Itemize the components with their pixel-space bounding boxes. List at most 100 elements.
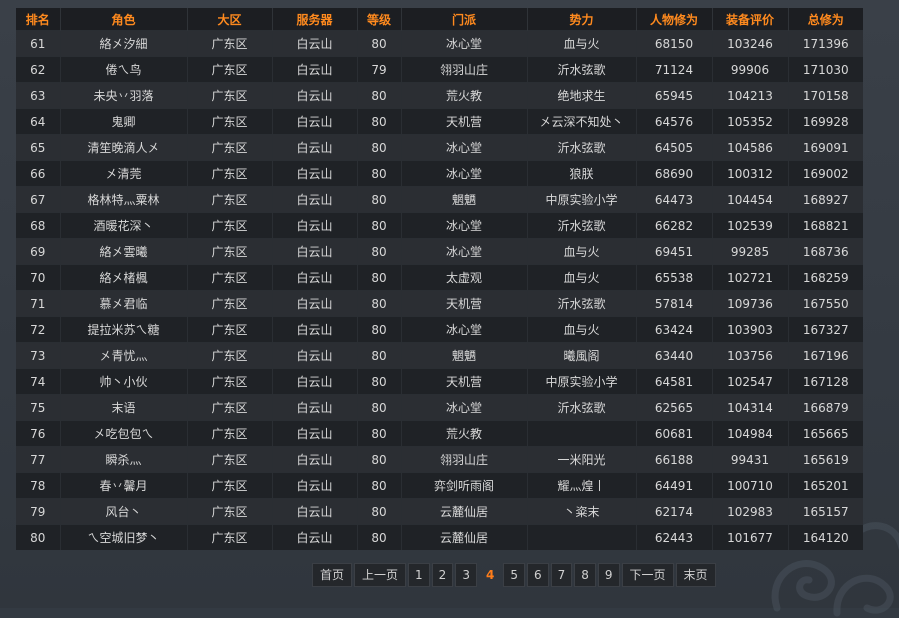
header-faction: 势力: [527, 8, 637, 31]
sect-cell: 魍魉: [401, 342, 528, 369]
character-cell: 㐅青忧灬: [60, 342, 188, 369]
page-8-button[interactable]: 8: [574, 563, 596, 587]
cultivation-cell: 63424: [636, 316, 713, 343]
header-total-cultivation: 总修为: [788, 8, 863, 31]
sect-cell: 冰心堂: [401, 160, 528, 187]
equipment-rating-cell: 100312: [712, 160, 789, 187]
level-cell: 80: [357, 30, 402, 57]
level-cell: 80: [357, 420, 402, 447]
rank-cell: 74: [16, 368, 61, 395]
header-equipment-rating: 装备评价: [712, 8, 789, 31]
faction-cell: 沂水弦歌: [527, 290, 637, 317]
total-cultivation-cell: 170158: [788, 82, 863, 109]
last-page-button[interactable]: 末页: [675, 563, 716, 587]
region-cell: 广东区: [187, 134, 273, 161]
table-row: 65 清笙晚滴人㐅 广东区 白云山 80 冰心堂 沂水弦歌 64505 104586 169091: [16, 134, 863, 161]
sect-cell: 荒火教: [401, 420, 528, 447]
rank-cell: 73: [16, 342, 61, 369]
character-cell: 帅丶小伙: [60, 368, 188, 395]
header-server: 服务器: [272, 8, 358, 31]
total-cultivation-cell: 169091: [788, 134, 863, 161]
sect-cell: 天机营: [401, 290, 528, 317]
page-1-button[interactable]: 1: [408, 563, 430, 587]
faction-cell: 血与火: [527, 316, 637, 343]
server-cell: 白云山: [272, 394, 358, 421]
rank-cell: 66: [16, 160, 61, 187]
rank-cell: 67: [16, 186, 61, 213]
sect-cell: 翎羽山庄: [401, 56, 528, 83]
cultivation-cell: 65945: [636, 82, 713, 109]
character-cell: ㄟ空城旧梦丶: [60, 524, 188, 550]
character-cell: 未央丷羽落: [60, 82, 188, 109]
sect-cell: 云麓仙居: [401, 524, 528, 550]
character-cell: 末语: [60, 394, 188, 421]
total-cultivation-cell: 166879: [788, 394, 863, 421]
character-cell: 㐅清莞: [60, 160, 188, 187]
faction-cell: 曦風阁: [527, 342, 637, 369]
rank-cell: 78: [16, 472, 61, 499]
region-cell: 广东区: [187, 342, 273, 369]
region-cell: 广东区: [187, 446, 273, 473]
table-header-row: 排名 角色 大区 服务器 等级 门派 势力 人物修为 装备评价 总修为: [16, 8, 863, 31]
page-9-button[interactable]: 9: [597, 563, 620, 587]
character-cell: 慕㐅君临: [60, 290, 188, 317]
equipment-rating-cell: 105352: [712, 108, 789, 135]
region-cell: 广东区: [187, 264, 273, 291]
cultivation-cell: 64491: [636, 472, 713, 499]
rank-cell: 76: [16, 420, 61, 447]
sect-cell: 魍魉: [401, 186, 528, 213]
rank-cell: 77: [16, 446, 61, 473]
faction-cell: 沂水弦歌: [527, 394, 637, 421]
table-row: 78 春丷馨月 广东区 白云山 80 弈剑听雨阁 耀灬煌丨 64491 100710 165201: [16, 472, 863, 499]
level-cell: 80: [357, 316, 402, 343]
cultivation-cell: 60681: [636, 420, 713, 447]
sect-cell: 翎羽山庄: [401, 446, 528, 473]
level-cell: 80: [357, 524, 402, 550]
region-cell: 广东区: [187, 82, 273, 109]
page-3-button[interactable]: 3: [455, 563, 477, 587]
rank-cell: 80: [16, 524, 61, 550]
character-cell: 清笙晚滴人㐅: [60, 134, 188, 161]
rank-cell: 69: [16, 238, 61, 265]
region-cell: 广东区: [187, 472, 273, 499]
equipment-rating-cell: 102539: [712, 212, 789, 239]
equipment-rating-cell: 102721: [712, 264, 789, 291]
rank-cell: 75: [16, 394, 61, 421]
total-cultivation-cell: 169002: [788, 160, 863, 187]
page-6-button[interactable]: 6: [526, 563, 549, 587]
header-character-cultivation: 人物修为: [636, 8, 713, 31]
faction-cell: 耀灬煌丨: [527, 472, 637, 499]
server-cell: 白云山: [272, 264, 358, 291]
equipment-rating-cell: 104984: [712, 420, 789, 447]
equipment-rating-cell: 104213: [712, 82, 789, 109]
cultivation-cell: 66282: [636, 212, 713, 239]
server-cell: 白云山: [272, 368, 358, 395]
level-cell: 80: [357, 238, 402, 265]
total-cultivation-cell: 171030: [788, 56, 863, 83]
total-cultivation-cell: 165157: [788, 498, 863, 525]
prev-page-button[interactable]: 上一页: [354, 563, 407, 587]
cultivation-cell: 64505: [636, 134, 713, 161]
character-cell: 鬼卿: [60, 108, 188, 135]
equipment-rating-cell: 104586: [712, 134, 789, 161]
sect-cell: 冰心堂: [401, 134, 528, 161]
region-cell: 广东区: [187, 186, 273, 213]
region-cell: 广东区: [187, 524, 273, 550]
equipment-rating-cell: 103246: [712, 30, 789, 57]
level-cell: 80: [357, 446, 402, 473]
header-level: 等级: [357, 8, 402, 31]
faction-cell: 血与火: [527, 30, 637, 57]
table-row: 72 提拉米苏ㄟ糖 广东区 白云山 80 冰心堂 血与火 63424 103903 167327: [16, 316, 863, 343]
first-page-button[interactable]: 首页: [312, 563, 353, 587]
server-cell: 白云山: [272, 446, 358, 473]
region-cell: 广东区: [187, 212, 273, 239]
total-cultivation-cell: 168259: [788, 264, 863, 291]
page-2-button[interactable]: 2: [431, 563, 454, 587]
level-cell: 80: [357, 290, 402, 317]
next-page-button[interactable]: 下一页: [621, 563, 674, 587]
page-7-button[interactable]: 7: [550, 563, 573, 587]
character-cell: 倦ㄟ鸟: [60, 56, 188, 83]
level-cell: 80: [357, 108, 402, 135]
sect-cell: 冰心堂: [401, 394, 528, 421]
page-5-button[interactable]: 5: [503, 563, 525, 587]
